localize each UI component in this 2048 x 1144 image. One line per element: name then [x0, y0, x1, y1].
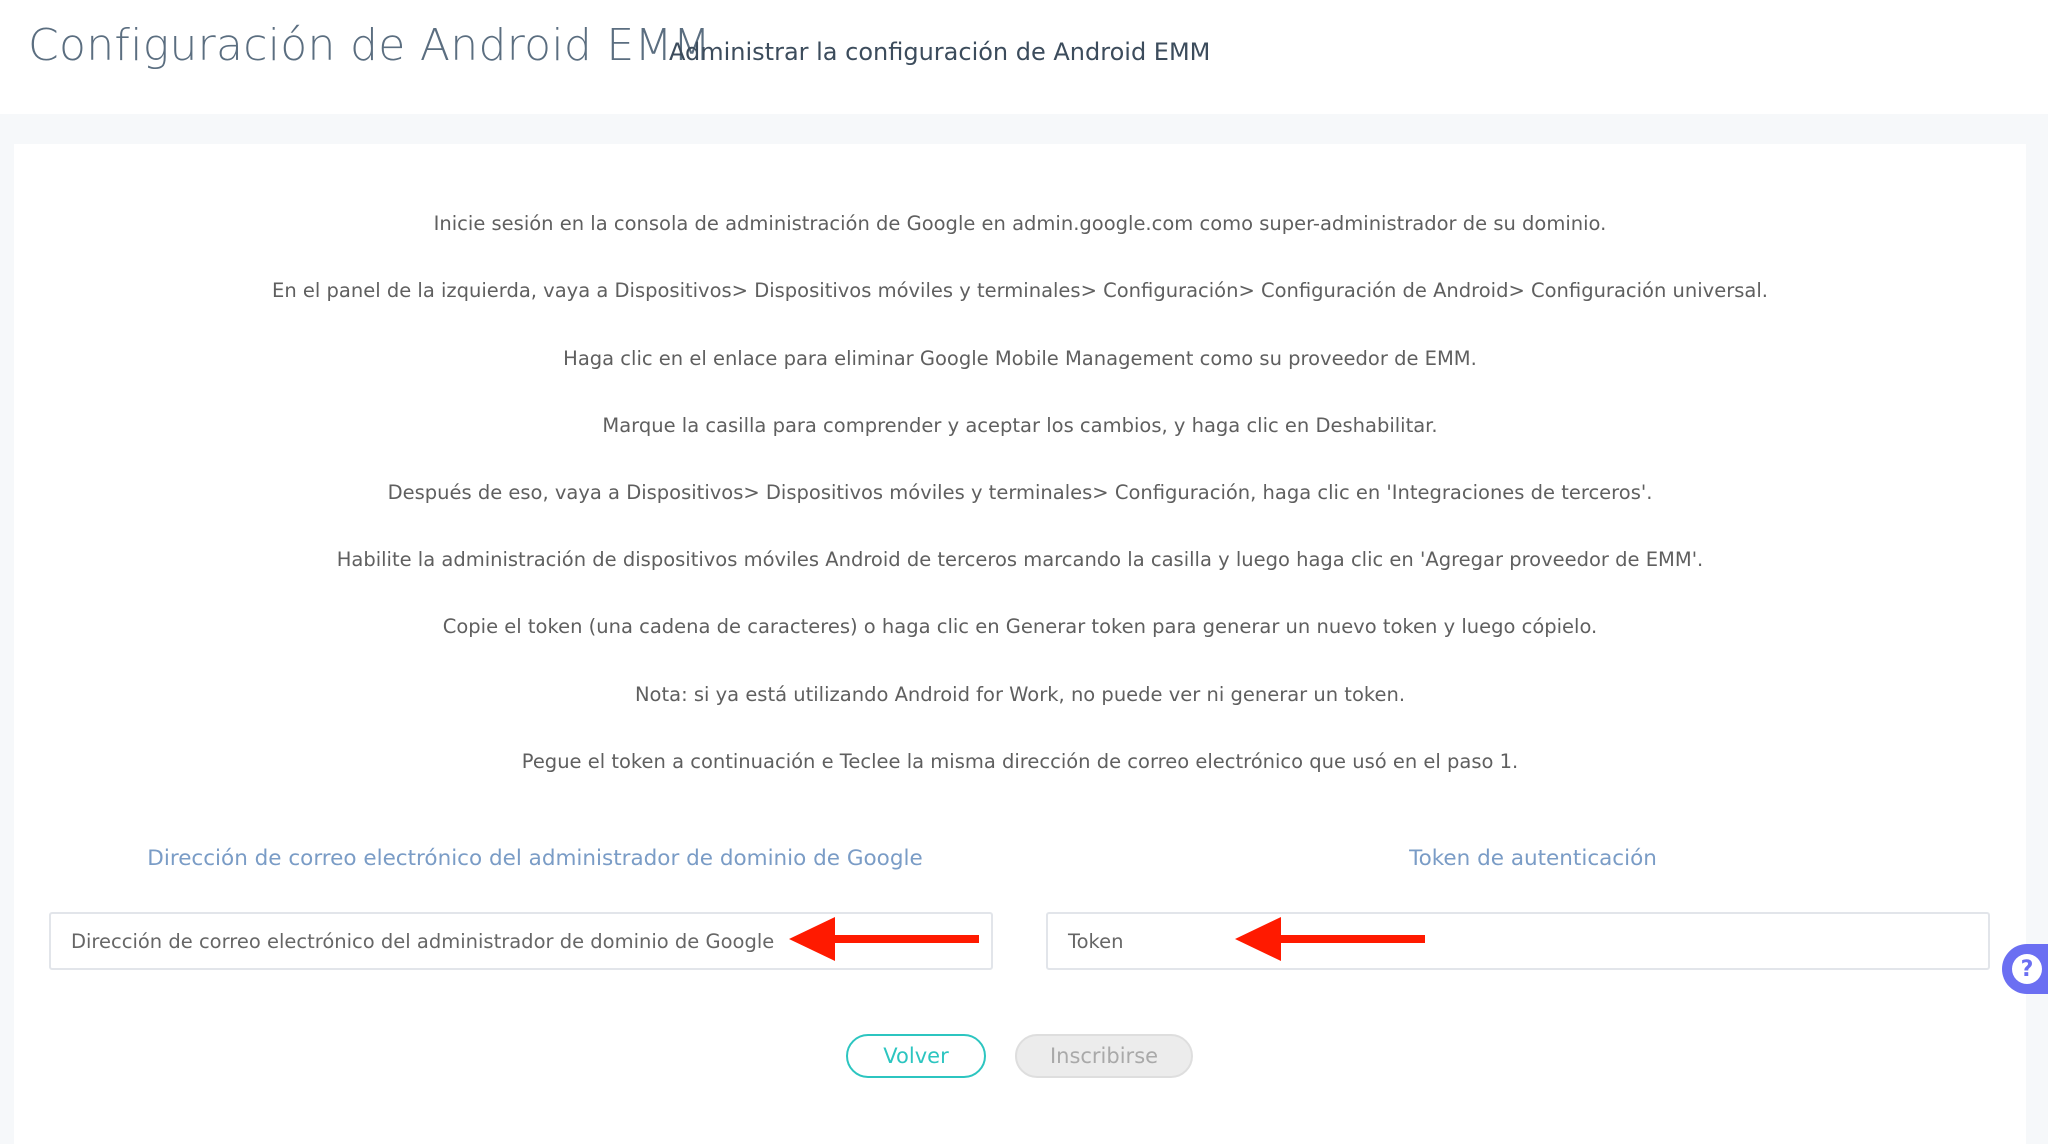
token-field-label: Token de autenticación	[1409, 846, 1657, 871]
question-circle-icon: ?	[2012, 954, 2042, 984]
token-arrow-annotation-icon	[1235, 917, 1425, 961]
instruction-step-4: Marque la casilla para comprender y acep…	[602, 414, 1438, 437]
instruction-step-1: Inicie sesión en la consola de administr…	[433, 212, 1607, 235]
page-title: Configuración de Android EMM	[28, 20, 712, 71]
email-arrow-annotation-icon	[789, 917, 979, 961]
instruction-step-9: Pegue el token a continuación e Teclee l…	[521, 750, 1519, 773]
page-header: Configuración de Android EMM Administrar…	[0, 0, 2048, 114]
instruction-step-7: Copie el token (una cadena de caracteres…	[442, 615, 1598, 638]
instruction-step-8: Nota: si ya está utilizando Android for …	[634, 683, 1406, 706]
email-field-label: Dirección de correo electrónico del admi…	[147, 846, 923, 871]
back-button[interactable]: Volver	[846, 1034, 986, 1078]
content-card: Inicie sesión en la consola de administr…	[14, 144, 2026, 1144]
instruction-step-2: En el panel de la izquierda, vaya a Disp…	[272, 279, 1768, 302]
enroll-button[interactable]: Inscribirse	[1015, 1034, 1193, 1078]
email-field-placeholder: Dirección de correo electrónico del admi…	[71, 929, 775, 953]
token-field-placeholder: Token	[1068, 929, 1124, 953]
help-button[interactable]: ?	[2002, 944, 2048, 994]
instruction-step-5: Después de eso, vaya a Dispositivos> Dis…	[387, 481, 1653, 504]
instruction-step-6: Habilite la administración de dispositiv…	[336, 548, 1704, 571]
token-field[interactable]: Token	[1046, 912, 1990, 970]
instruction-step-3: Haga clic en el enlace para eliminar Goo…	[563, 347, 1477, 370]
page-subtitle: Administrar la configuración de Android …	[669, 38, 1211, 66]
